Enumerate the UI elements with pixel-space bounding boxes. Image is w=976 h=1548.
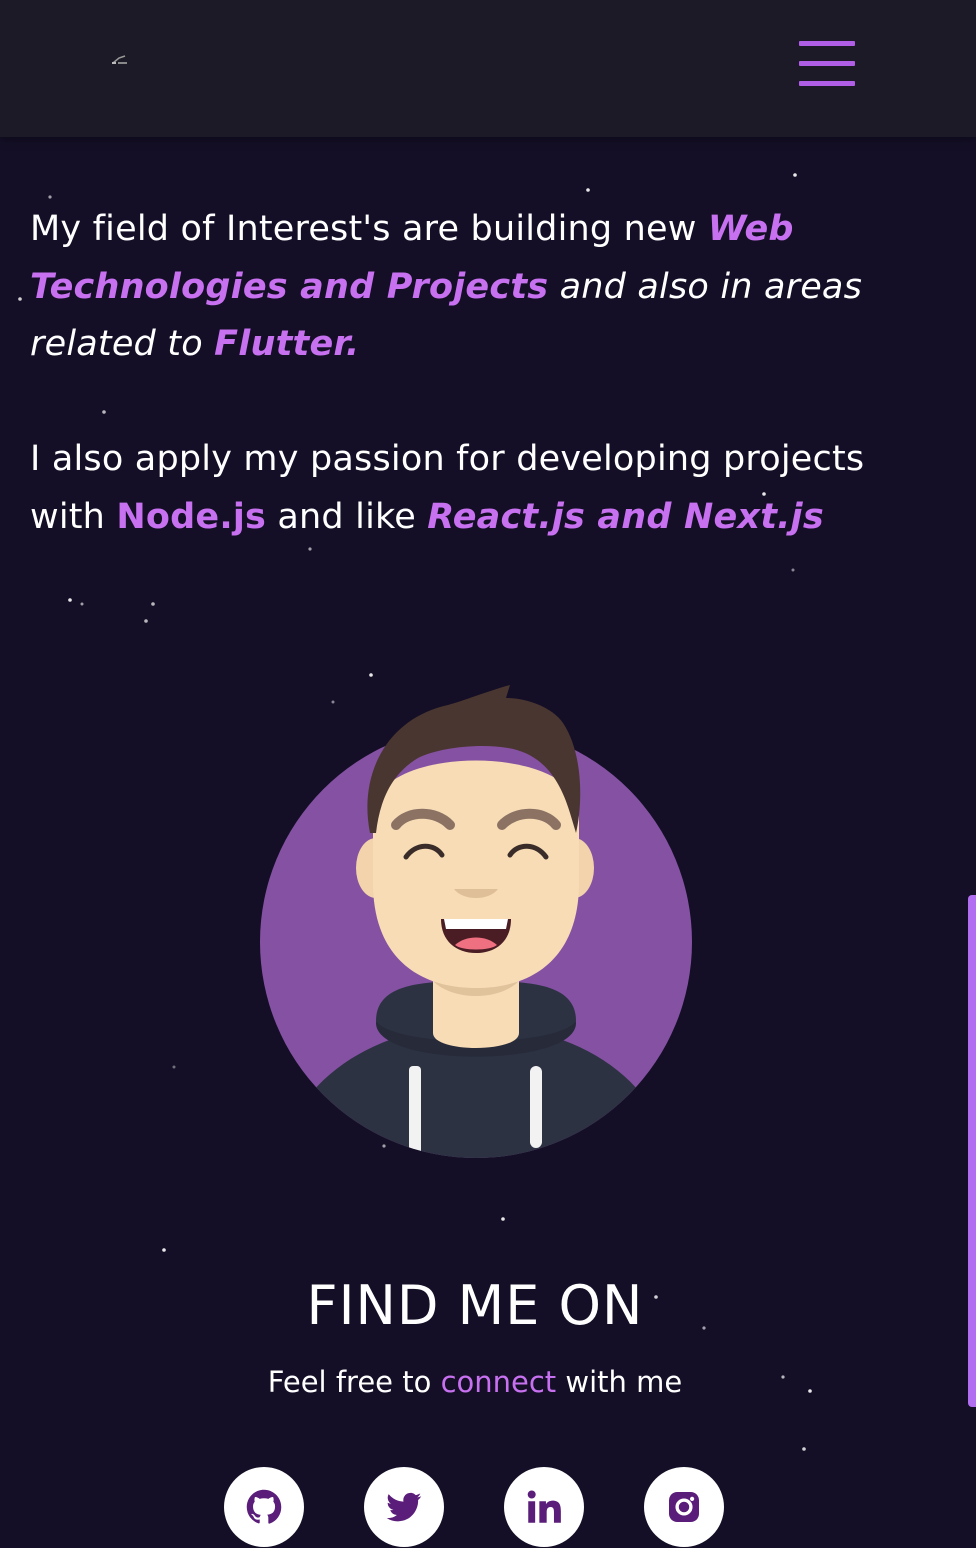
twitter-link[interactable]	[364, 1467, 444, 1547]
about-paragraph-passion: I also apply my passion for developing p…	[30, 431, 910, 546]
social-links	[224, 1467, 726, 1548]
connect-highlight: connect	[440, 1365, 557, 1399]
about-text: and like	[266, 496, 428, 537]
github-icon	[246, 1489, 282, 1524]
instagram-icon	[669, 1492, 699, 1522]
scrollbar-thumb[interactable]	[968, 895, 976, 1407]
avatar-illustration	[260, 685, 692, 1158]
highlight-react-next: React.js and Next.js	[427, 496, 824, 537]
find-me-on-heading: FIND ME ON	[306, 1274, 644, 1337]
about-text: My field of Interest's are building new	[30, 209, 708, 249]
page: My field of Interest's are building new …	[0, 0, 976, 1548]
highlight-flutter: Flutter.	[214, 324, 360, 364]
logo-icon[interactable]	[110, 53, 130, 67]
subtitle-text: Feel free to	[267, 1365, 441, 1399]
instagram-link[interactable]	[644, 1467, 724, 1547]
find-me-on-subtitle: Feel free to connect with me	[0, 1362, 950, 1402]
hamburger-menu-icon[interactable]	[799, 41, 855, 87]
subtitle-text: with me	[556, 1365, 683, 1399]
twitter-icon	[386, 1492, 422, 1522]
linkedin-icon	[527, 1490, 561, 1523]
highlight-nodejs: Node.js	[116, 496, 267, 537]
github-link[interactable]	[224, 1467, 304, 1547]
navbar	[0, 0, 976, 137]
about-paragraph-interests: My field of Interest's are building new …	[30, 201, 910, 374]
linkedin-link[interactable]	[504, 1467, 584, 1547]
